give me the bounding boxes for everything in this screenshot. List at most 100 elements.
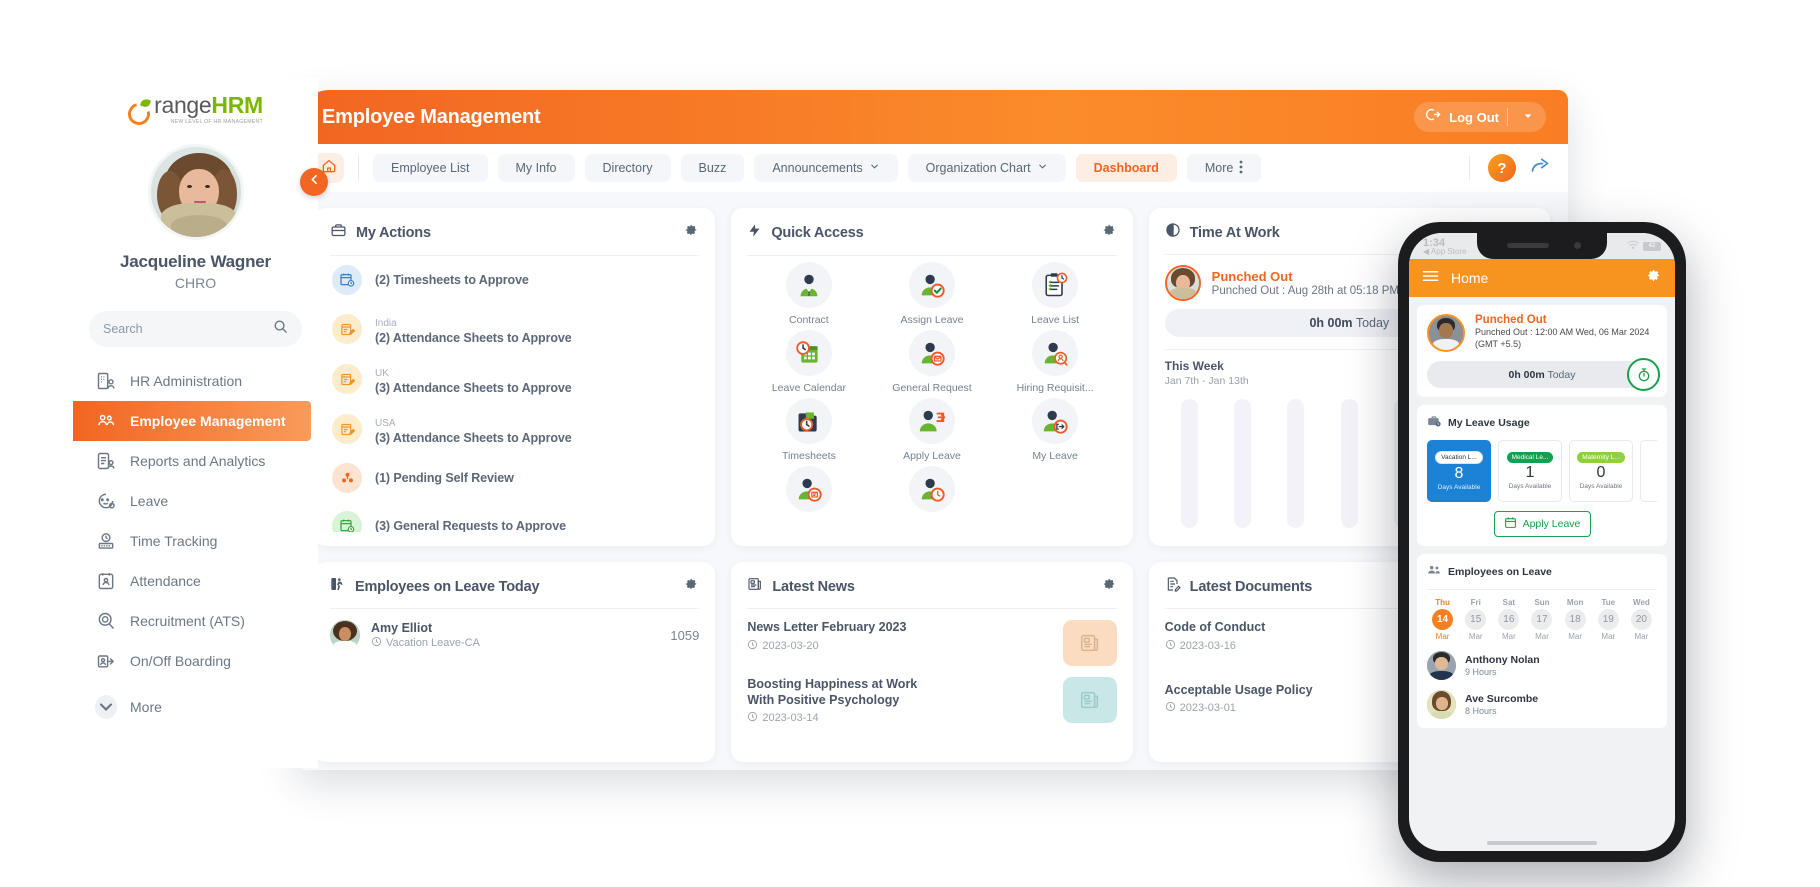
phone-leave-usage-title: My Leave Usage: [1448, 416, 1530, 429]
chevron-down-icon: [1037, 161, 1048, 175]
document-title: Code of Conduct: [1164, 620, 1266, 634]
latest-news-list: News Letter February 2023 2023-03-20 Boo…: [747, 609, 1117, 747]
sidebar-item-leave[interactable]: Leave: [73, 481, 318, 521]
search-box[interactable]: [89, 311, 302, 347]
list-item[interactable]: (3) General Requests to Approve: [330, 502, 699, 532]
widget-title: Time At Work: [1189, 224, 1280, 241]
orange-logo-icon: [124, 97, 155, 130]
quick-access-leave-calendar[interactable]: Leave Calendar: [747, 330, 870, 394]
list-item[interactable]: Amy Elliot Vacation Leave-CA 1059: [330, 609, 699, 650]
quick-access-person-document[interactable]: [747, 466, 870, 518]
list-item[interactable]: USA (3) Attendance Sheets to Approve: [330, 404, 699, 454]
gear-icon[interactable]: [1102, 577, 1117, 597]
search-icon[interactable]: [273, 319, 288, 339]
list-item[interactable]: Ave Surcombe 8 Hours: [1427, 690, 1657, 719]
tab-buzz[interactable]: Buzz: [680, 154, 745, 182]
page-title: Employee Management: [322, 105, 541, 128]
sidebar-item-recruitment[interactable]: Recruitment (ATS): [73, 601, 318, 641]
day-weekday: Fri: [1470, 598, 1481, 607]
quick-access-contract[interactable]: Contract: [747, 262, 870, 326]
list-item[interactable]: Boosting Happiness at Work With Positive…: [747, 666, 1117, 725]
widget-title: Quick Access: [771, 225, 864, 241]
sidebar-nav: HR Administration Employee Management Re…: [73, 361, 318, 727]
gear-icon[interactable]: [684, 577, 699, 597]
sidebar-item-attendance[interactable]: Attendance: [73, 561, 318, 601]
clock-icon: [747, 639, 758, 653]
attendance-sheet-icon: [332, 314, 362, 344]
tab-employee-list[interactable]: Employee List: [373, 154, 488, 182]
help-label: ?: [1497, 159, 1507, 177]
quick-access-my-leave[interactable]: My Leave: [994, 398, 1117, 462]
general-request-icon: [332, 511, 362, 532]
user-name: Jacqueline Wagner: [120, 252, 271, 271]
status-back-link: ◀ App Store: [1423, 246, 1467, 256]
sidebar-item-more[interactable]: More: [73, 687, 318, 727]
hamburger-icon[interactable]: [1422, 269, 1439, 288]
day-cell[interactable]: Fri 15 Mar: [1460, 598, 1491, 641]
help-button[interactable]: ?: [1488, 154, 1516, 182]
day-number: 16: [1498, 609, 1520, 630]
leave-card[interactable]: Maternity L... 0 Days Available: [1569, 440, 1633, 502]
sidebar-collapse-button[interactable]: [300, 168, 328, 196]
wifi-icon: [1627, 240, 1639, 253]
phone-screen: 1:34 ◀ App Store 42 Home Punched Out Pun…: [1409, 233, 1675, 851]
tab-directory[interactable]: Directory: [584, 154, 671, 182]
sidebar-item-on-off-boarding[interactable]: On/Off Boarding: [73, 641, 318, 681]
search-input[interactable]: [103, 322, 243, 336]
quick-access-label: My Leave: [1032, 450, 1078, 462]
gear-icon[interactable]: [1102, 223, 1117, 243]
day-cell[interactable]: Thu 14 Mar: [1427, 598, 1458, 641]
list-item[interactable]: (2) Timesheets to Approve: [330, 256, 699, 304]
logout-button[interactable]: Log Out: [1414, 102, 1546, 132]
phone-punch-in-button[interactable]: [1627, 358, 1660, 391]
tab-dashboard[interactable]: Dashboard: [1075, 154, 1177, 182]
sidebar-item-label: Time Tracking: [130, 533, 218, 549]
sidebar-item-time-tracking[interactable]: Time Tracking: [73, 521, 318, 561]
news-date: 2023-03-14: [762, 712, 819, 725]
leave-card[interactable]: [1640, 440, 1657, 502]
sidebar-item-hr-administration[interactable]: HR Administration: [73, 361, 318, 401]
leave-card[interactable]: Vacation L... 8 Days Available: [1427, 440, 1491, 502]
leave-card[interactable]: Medical Le... 1 Days Available: [1498, 440, 1562, 502]
list-item[interactable]: (1) Pending Self Review: [330, 454, 699, 502]
tab-my-info[interactable]: My Info: [497, 154, 575, 182]
day-number: 20: [1630, 609, 1652, 630]
gear-icon[interactable]: [1646, 268, 1662, 289]
day-cell[interactable]: Tue 19 Mar: [1593, 598, 1624, 641]
list-item[interactable]: News Letter February 2023 2023-03-20: [747, 609, 1117, 666]
time-tracking-icon: [95, 530, 117, 552]
tab-organization-chart[interactable]: Organization Chart: [907, 154, 1066, 182]
list-item[interactable]: UK (3) Attendance Sheets to Approve: [330, 354, 699, 404]
day-cell[interactable]: Mon 18 Mar: [1560, 598, 1591, 641]
quick-access-timesheets[interactable]: Timesheets: [747, 398, 870, 462]
day-cell[interactable]: Wed 20 Mar: [1626, 598, 1657, 641]
apply-leave-button[interactable]: Apply Leave: [1493, 511, 1591, 537]
employee-hours: 9 Hours: [1465, 667, 1497, 677]
phone-punch-status: Punched Out: [1475, 314, 1547, 326]
sidebar-item-reports-and-analytics[interactable]: Reports and Analytics: [73, 441, 318, 481]
sidebar-item-label: Recruitment (ATS): [130, 613, 245, 629]
list-item[interactable]: Anthony Nolan 9 Hours: [1427, 651, 1657, 680]
quick-access-apply-leave[interactable]: Apply Leave: [870, 398, 993, 462]
tab-announcements[interactable]: Announcements: [754, 154, 898, 182]
list-item[interactable]: India (2) Attendance Sheets to Approve: [330, 304, 699, 354]
quick-access-assign-leave[interactable]: Assign Leave: [870, 262, 993, 326]
sidebar-item-label: Leave: [130, 493, 169, 509]
day-cell[interactable]: Sun 17 Mar: [1526, 598, 1557, 641]
module-navbar: Employee List My Info Directory Buzz Ann…: [296, 144, 1568, 192]
quick-access-hiring-requisition[interactable]: Hiring Requisit...: [994, 330, 1117, 394]
app-logo[interactable]: rangeHRM NEW LEVEL OF HR MANAGEMENT: [73, 78, 318, 130]
day-cell[interactable]: Sat 16 Mar: [1493, 598, 1524, 641]
caret-down-icon[interactable]: [1516, 108, 1540, 126]
quick-access-general-request[interactable]: General Request: [870, 330, 993, 394]
news-title: Boosting Happiness at Work With Positive…: [747, 677, 918, 707]
phone-punch-card: Punched Out Punched Out : 12:00 AM Wed, …: [1417, 305, 1667, 397]
share-icon[interactable]: [1530, 156, 1550, 181]
day-month: Mar: [1601, 632, 1616, 641]
quick-access-person-clock[interactable]: [870, 466, 993, 518]
tab-more[interactable]: More: [1186, 154, 1262, 182]
sidebar-item-employee-management[interactable]: Employee Management: [73, 401, 311, 441]
phone-employees-on-leave-card: Employees on Leave Thu 14 Mar Fri 15 Mar…: [1417, 554, 1667, 728]
quick-access-leave-list[interactable]: Leave List: [994, 262, 1117, 326]
gear-icon[interactable]: [684, 223, 699, 243]
